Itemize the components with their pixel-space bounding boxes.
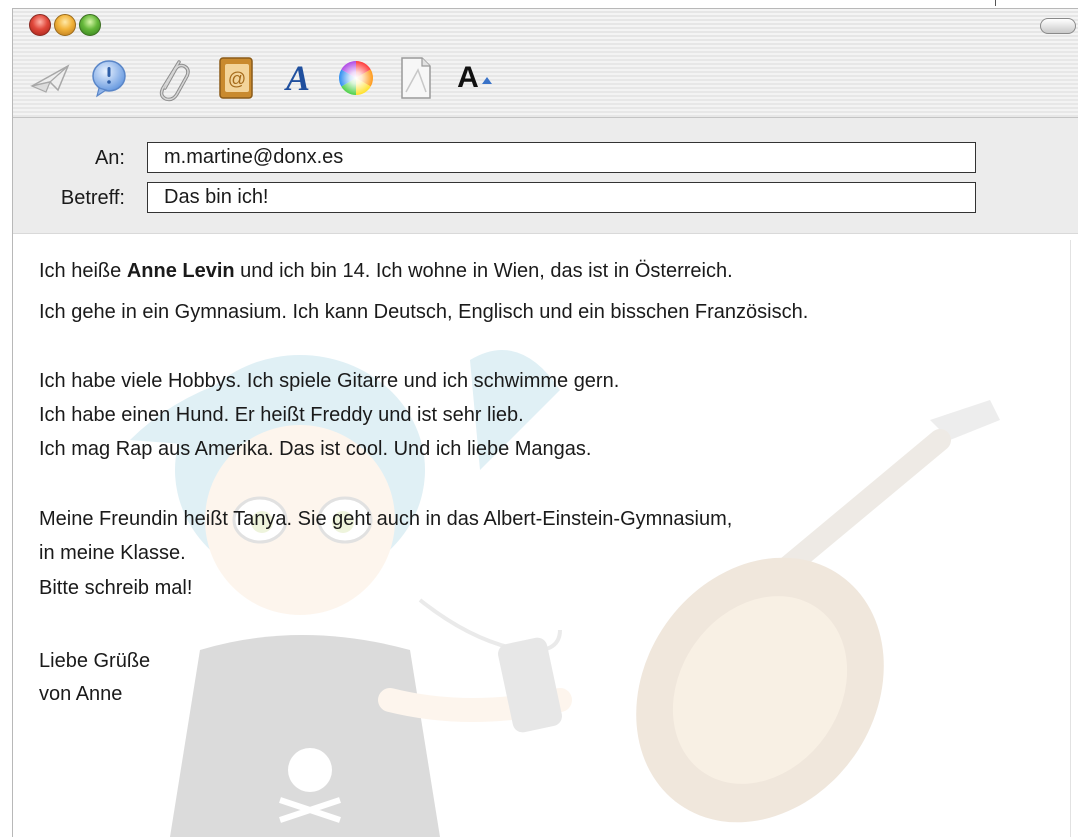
- header-fields: [13, 118, 1078, 234]
- message-line-5: Ich mag Rap aus Amerika. Das ist cool. U…: [39, 438, 592, 460]
- message-line-1-end: und ich bin 14. Ich wohne in Wien, das i…: [234, 260, 733, 282]
- message-line-8: Bitte schreib mal!: [39, 577, 193, 599]
- document-button[interactable]: [393, 52, 439, 104]
- message-line-4: Ich habe einen Hund. Er heißt Freddy und…: [39, 404, 524, 426]
- attach-button[interactable]: [150, 52, 196, 104]
- to-label: An:: [94, 147, 125, 169]
- message-line-10: von Anne: [39, 683, 123, 705]
- colors-button[interactable]: [333, 52, 379, 104]
- color-wheel-icon: [339, 61, 373, 95]
- subject-field[interactable]: Das bin ich!: [147, 182, 976, 213]
- chat-button[interactable]: [86, 52, 132, 104]
- address-book-button[interactable]: @: [213, 52, 259, 104]
- mail-window: @ A A An: m.martine@donx.es Betreff: Das…: [0, 0, 1078, 837]
- corner-mark: [995, 0, 996, 6]
- address-book-icon: @: [219, 57, 253, 99]
- sender-name: Anne Levin: [126, 260, 235, 282]
- font-icon: A: [285, 58, 310, 98]
- svg-text:@: @: [228, 69, 246, 89]
- font-size-glyph: A: [457, 61, 479, 94]
- chat-bubble-icon: [92, 60, 126, 98]
- paperclip-icon: [159, 60, 190, 102]
- right-border: [1070, 240, 1071, 837]
- font-size-icon: A: [457, 61, 493, 95]
- close-button[interactable]: [29, 14, 51, 36]
- title-bar[interactable]: [13, 9, 1078, 45]
- message-line-1: Ich heiße Anne Levin und ich bin 14. Ich…: [39, 254, 733, 288]
- message-line-6: Meine Freundin heißt Tanya. Sie geht auc…: [39, 508, 733, 530]
- message-line-3: Ich habe viele Hobbys. Ich spiele Gitarr…: [39, 370, 620, 392]
- zoom-button[interactable]: [79, 14, 101, 36]
- subject-label: Betreff:: [60, 187, 125, 209]
- send-button[interactable]: [28, 52, 74, 104]
- triangle-up-icon: [481, 77, 492, 84]
- minimize-button[interactable]: [54, 14, 76, 36]
- fonts-button[interactable]: A: [275, 52, 321, 104]
- message-line-9: Liebe Grüße: [39, 650, 151, 672]
- document-icon: [401, 57, 431, 99]
- send-icon: [30, 64, 70, 93]
- message-line-2: Ich gehe in ein Gymnasium. Ich kann Deut…: [39, 301, 809, 323]
- font-size-button[interactable]: A: [452, 52, 498, 104]
- message-line-1-start: Ich heiße: [39, 260, 127, 282]
- to-field[interactable]: m.martine@donx.es: [147, 142, 976, 173]
- toolbar-toggle-button[interactable]: [1040, 18, 1076, 34]
- message-line-7: in meine Klasse.: [39, 542, 186, 564]
